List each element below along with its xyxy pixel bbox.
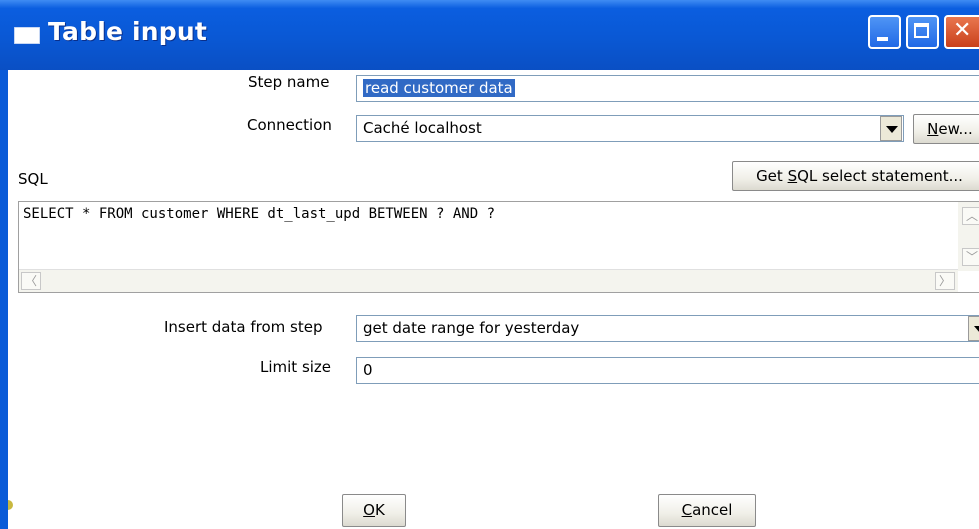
connection-label: Connection xyxy=(247,116,332,134)
dropdown-arrow-icon[interactable] xyxy=(968,316,979,341)
insert-data-value: get date range for yesterday xyxy=(363,319,580,337)
sql-editor[interactable]: SELECT * FROM customer WHERE dt_last_upd… xyxy=(18,201,979,293)
limit-size-input[interactable]: 0 xyxy=(356,357,979,384)
cancel-mnemonic: C xyxy=(681,501,693,519)
cancel-button[interactable]: Cancel xyxy=(658,494,756,527)
new-button-mnemonic: N xyxy=(927,120,939,138)
window-frame: Table input Step name read customer data… xyxy=(0,0,979,529)
window-icon xyxy=(14,27,40,44)
ok-button[interactable]: OK xyxy=(342,494,406,527)
get-sql-label-pre: Get xyxy=(756,167,788,185)
ok-mnemonic: O xyxy=(363,501,375,519)
step-name-value: read customer data xyxy=(363,79,515,97)
minimize-icon[interactable] xyxy=(868,15,901,49)
maximize-icon[interactable] xyxy=(906,15,939,49)
edge-marker xyxy=(8,500,13,510)
limit-size-label: Limit size xyxy=(260,358,332,376)
scroll-up-icon[interactable]: ︿ xyxy=(962,207,979,225)
scroll-left-icon[interactable]: 〈 xyxy=(21,272,41,290)
ok-label: K xyxy=(374,501,385,519)
step-name-input[interactable]: read customer data xyxy=(356,75,979,102)
limit-size-value: 0 xyxy=(363,361,373,379)
new-button-label: ew... xyxy=(938,120,973,138)
new-connection-button[interactable]: New... xyxy=(913,114,979,144)
vertical-scrollbar[interactable]: ︿ ﹀ xyxy=(958,202,979,271)
dropdown-arrow-icon[interactable] xyxy=(880,116,902,141)
cancel-label: ancel xyxy=(692,501,733,519)
get-sql-label-post: QL select statement... xyxy=(797,167,963,185)
get-sql-mnemonic: S xyxy=(787,167,798,185)
title-bar[interactable]: Table input xyxy=(0,0,979,70)
connection-select[interactable]: Caché localhost xyxy=(356,115,904,142)
connection-value: Caché localhost xyxy=(363,119,482,137)
sql-text: SELECT * FROM customer WHERE dt_last_upd… xyxy=(23,206,496,222)
insert-data-select[interactable]: get date range for yesterday xyxy=(356,315,979,342)
close-icon[interactable] xyxy=(944,15,979,49)
step-name-label: Step name xyxy=(248,73,330,91)
get-sql-button[interactable]: Get SQL select statement... xyxy=(732,161,979,191)
sql-label: SQL xyxy=(18,170,48,188)
horizontal-scrollbar[interactable]: 〈 〉 xyxy=(19,269,958,292)
scroll-down-icon[interactable]: ﹀ xyxy=(962,248,979,266)
window-title: Table input xyxy=(48,17,208,46)
dialog-body: Step name read customer data Connection … xyxy=(8,70,979,529)
insert-data-label: Insert data from step xyxy=(164,318,323,336)
scroll-right-icon[interactable]: 〉 xyxy=(935,272,955,290)
